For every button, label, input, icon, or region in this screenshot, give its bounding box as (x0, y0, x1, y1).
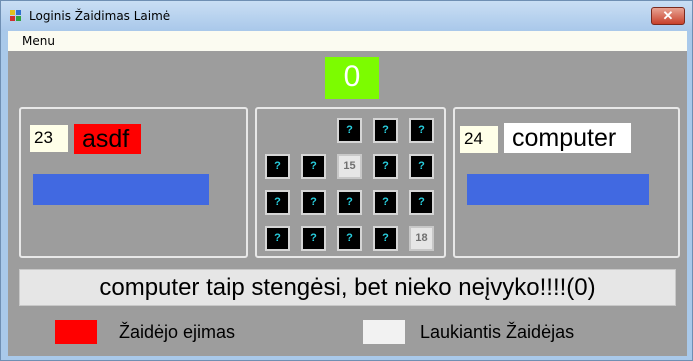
memory-card[interactable]: ? (337, 118, 362, 143)
app-icon (10, 10, 22, 22)
menu-bar: Menu (8, 31, 687, 51)
memory-card[interactable]: 18 (409, 226, 434, 251)
player1-name: asdf (74, 124, 141, 154)
memory-card[interactable]: ? (337, 190, 362, 215)
memory-card[interactable]: ? (301, 226, 326, 251)
memory-card[interactable]: ? (373, 190, 398, 215)
memory-card[interactable]: ? (337, 226, 362, 251)
player2-score: 24 (460, 126, 498, 153)
turn-counter: 0 (325, 57, 379, 99)
memory-card[interactable]: ? (373, 226, 398, 251)
board-panel: ????? 15??????????? 18 (255, 107, 446, 258)
player1-bar (33, 174, 209, 205)
player1-score: 23 (30, 125, 68, 152)
legend-waiting-swatch (363, 320, 405, 344)
menu-item-menu[interactable]: Menu (22, 34, 55, 48)
player1-panel: 23 asdf (19, 107, 248, 258)
memory-card[interactable]: ? (265, 190, 290, 215)
window-title: Loginis Žaidimas Laimė (29, 9, 171, 23)
memory-card[interactable]: ? (409, 154, 434, 179)
title-bar[interactable]: Loginis Žaidimas Laimė ✕ (1, 1, 692, 31)
memory-card[interactable]: ? (265, 226, 290, 251)
close-button[interactable]: ✕ (651, 7, 685, 25)
status-message: computer taip stengėsi, bet nieko neįvyk… (19, 269, 676, 306)
app-window: Loginis Žaidimas Laimė ✕ Menu 0 23 asdf … (0, 0, 693, 361)
client-area: Menu 0 23 asdf ????? 15??????????? 18 24 c… (8, 31, 687, 356)
memory-card[interactable]: ? (301, 154, 326, 179)
memory-card[interactable]: 15 (337, 154, 362, 179)
memory-card[interactable]: ? (373, 118, 398, 143)
legend-active-swatch (55, 320, 97, 344)
memory-card[interactable]: ? (409, 190, 434, 215)
legend-waiting-label: Laukiantis Žaidėjas (420, 322, 575, 342)
legend-active-label: Žaidėjo ejimas (119, 322, 236, 342)
memory-card[interactable]: ? (409, 118, 434, 143)
memory-card[interactable]: ? (373, 154, 398, 179)
player2-name: computer (504, 123, 631, 153)
memory-card[interactable]: ? (301, 190, 326, 215)
player2-bar (467, 174, 649, 205)
player2-panel: 24 computer (453, 107, 680, 258)
memory-card[interactable]: ? (265, 154, 290, 179)
